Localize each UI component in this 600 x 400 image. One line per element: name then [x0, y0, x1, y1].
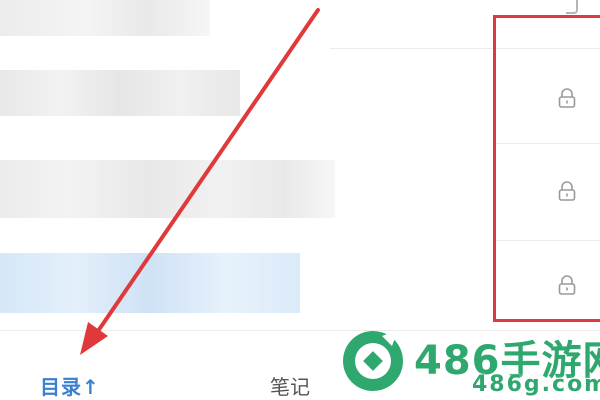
tab-notes[interactable]: 笔记	[270, 371, 310, 400]
reader-chapter-list-screen: 目录↑ 笔记 486手游网 486g.com	[0, 0, 600, 400]
tab-table-of-contents[interactable]: 目录↑	[40, 371, 100, 400]
site-watermark: 486手游网 486g.com	[340, 322, 600, 400]
watermark-subtitle: 486g.com	[472, 372, 600, 397]
site-logo-icon	[343, 330, 403, 391]
